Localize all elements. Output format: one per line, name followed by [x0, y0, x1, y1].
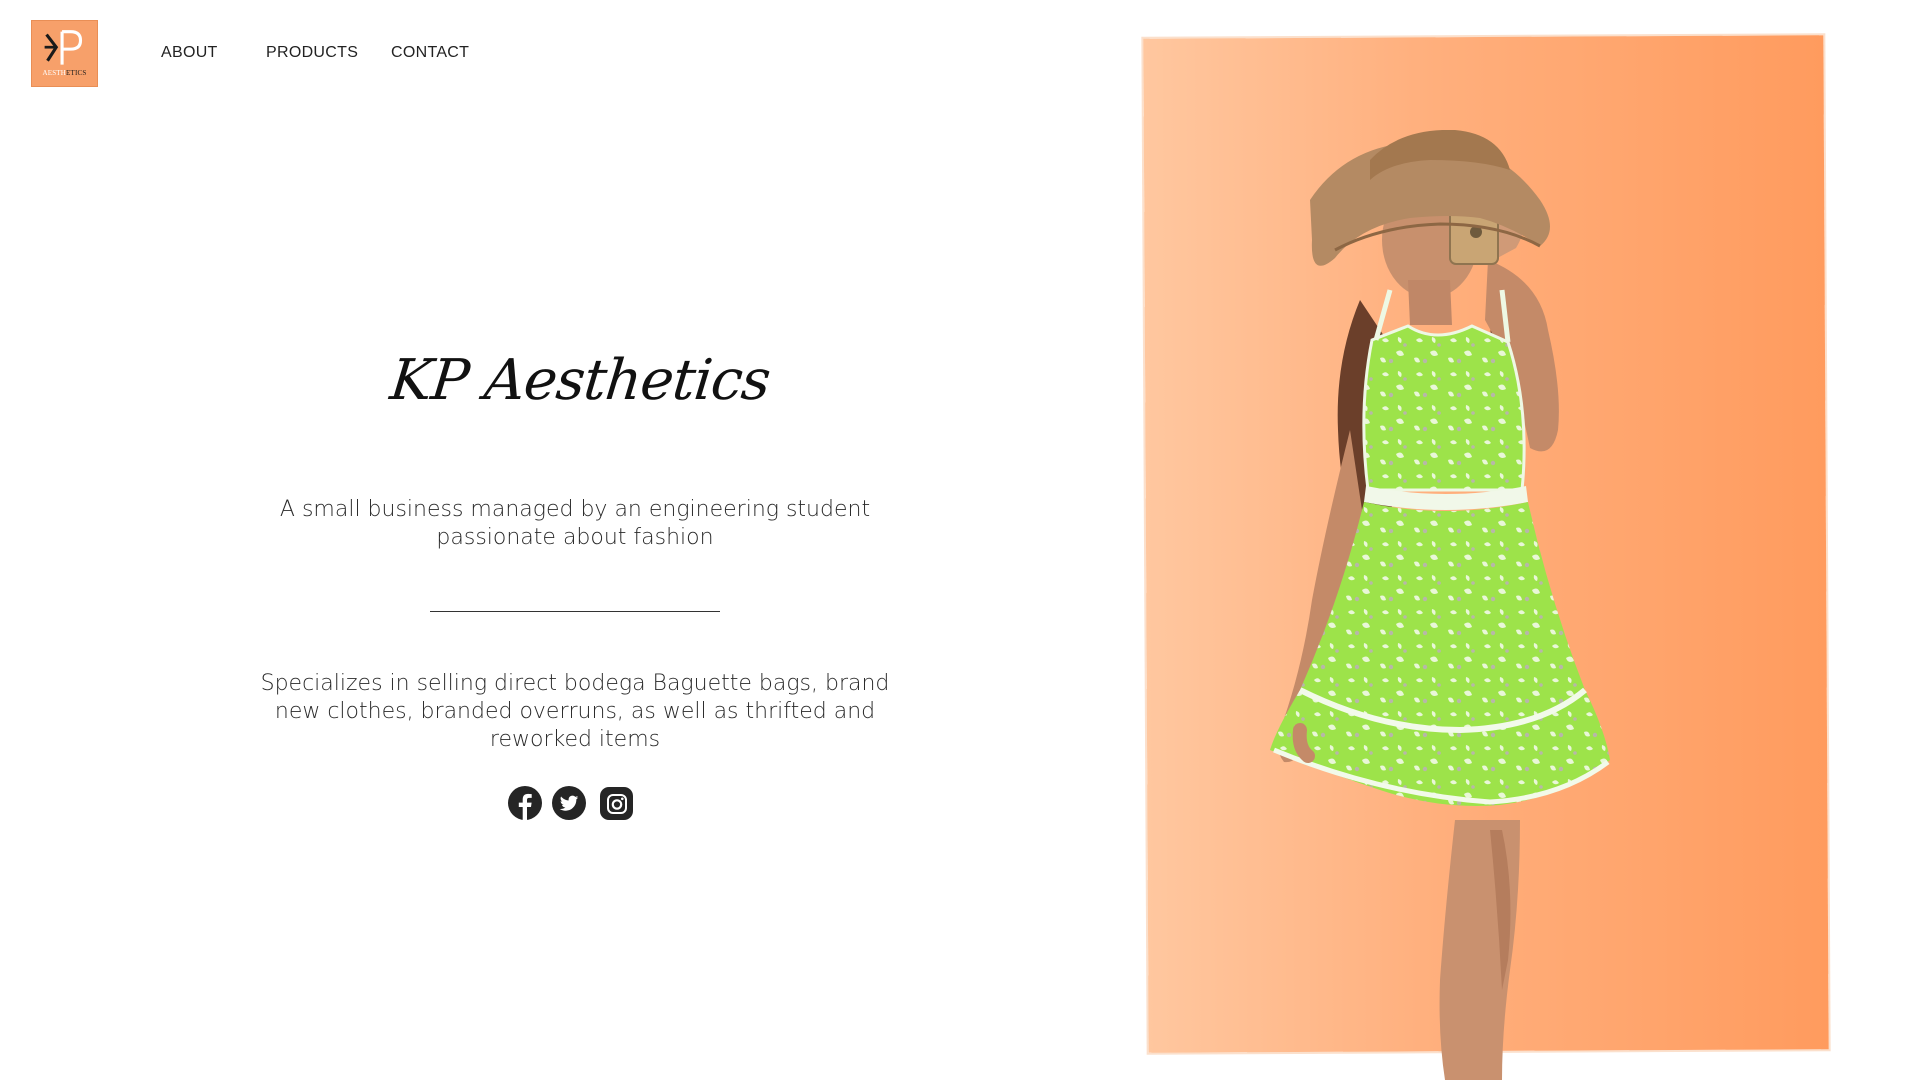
- nav-about-link[interactable]: ABOUT: [161, 44, 218, 62]
- facebook-link[interactable]: [508, 786, 542, 820]
- brand-logo[interactable]: AESTHETICS: [31, 20, 98, 87]
- hero-photo-model: [1240, 130, 1720, 1080]
- section-divider: [430, 611, 720, 612]
- hero-description: Specializes in selling direct bodega Bag…: [260, 671, 890, 752]
- instagram-icon: [606, 793, 627, 814]
- instagram-link[interactable]: [600, 787, 633, 820]
- nav-products-link[interactable]: PRODUCTS: [266, 44, 358, 62]
- hero-tagline: A small business managed by an engineeri…: [279, 497, 871, 550]
- logo-wordmark: AESTHETICS: [42, 69, 87, 77]
- twitter-link[interactable]: [552, 786, 586, 820]
- brand-title: KP Aesthetics: [387, 348, 773, 413]
- facebook-icon: [518, 793, 532, 820]
- model-illustration: [1270, 130, 1610, 1080]
- twitter-icon: [559, 795, 579, 811]
- nav-contact-link[interactable]: CONTACT: [391, 44, 469, 62]
